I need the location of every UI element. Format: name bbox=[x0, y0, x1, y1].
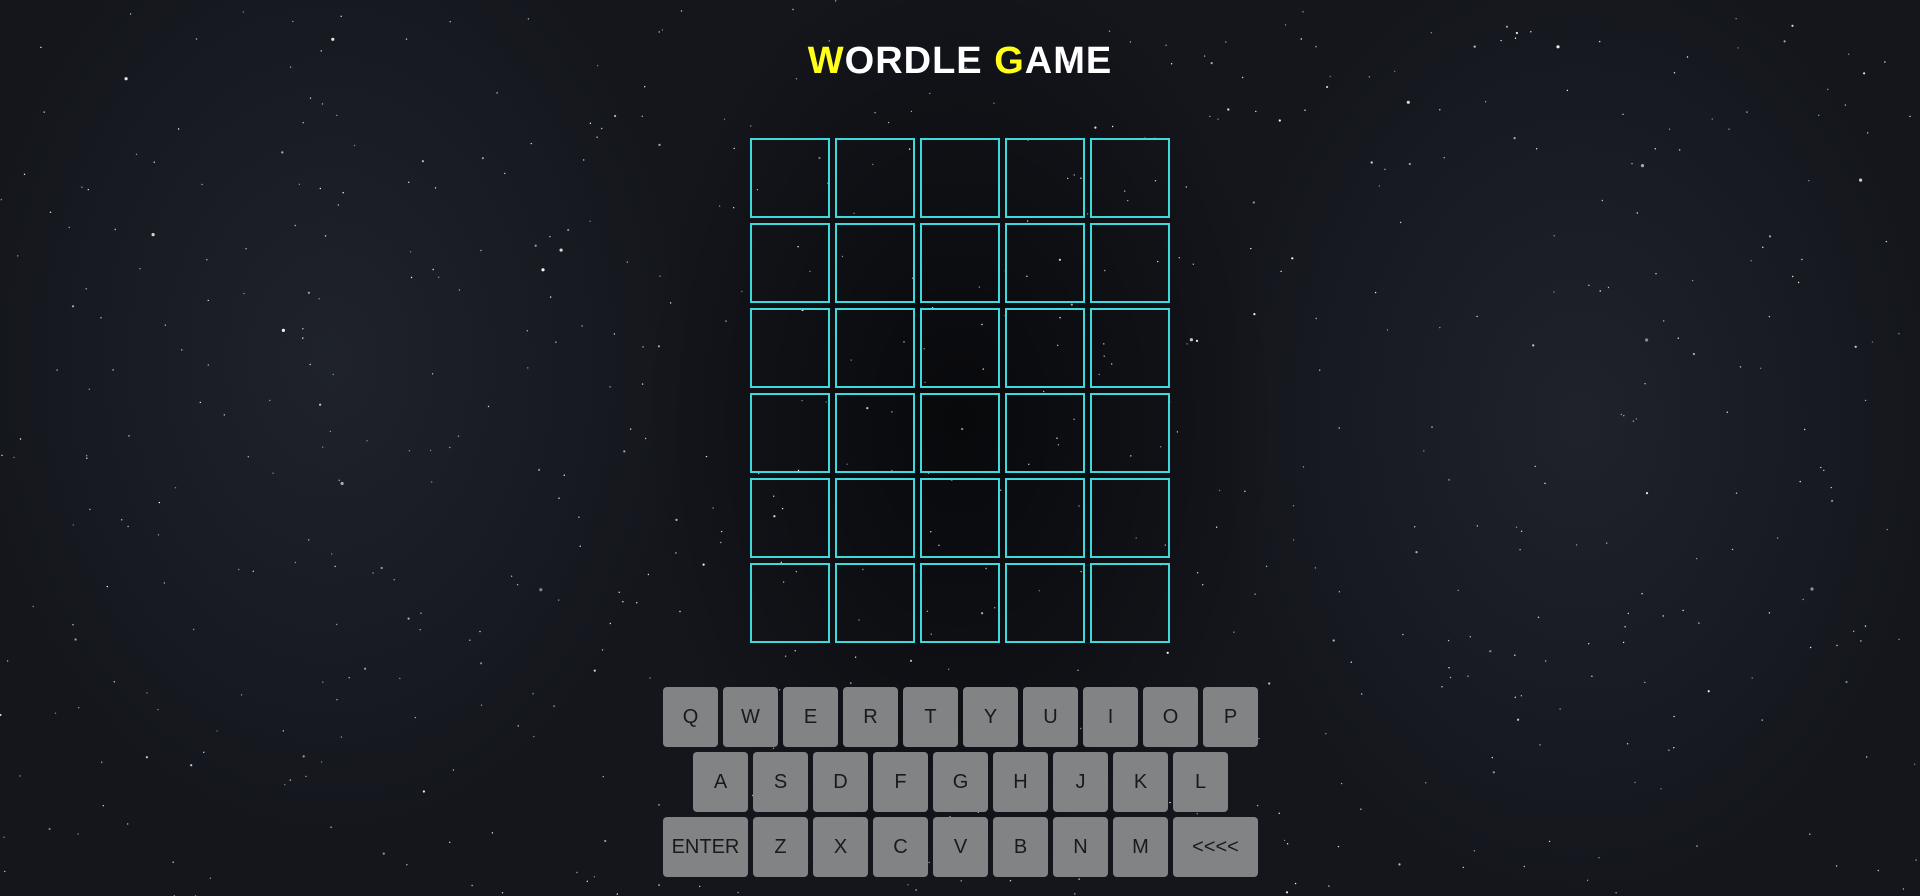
keyboard-row-2: A S D F G H J K L bbox=[663, 752, 1258, 812]
tile-r4-c4 bbox=[1005, 393, 1085, 473]
tile-r2-c3 bbox=[920, 223, 1000, 303]
key-o[interactable]: O bbox=[1143, 687, 1198, 747]
tile-r3-c3 bbox=[920, 308, 1000, 388]
key-s[interactable]: S bbox=[753, 752, 808, 812]
key-u[interactable]: U bbox=[1023, 687, 1078, 747]
tile-r5-c3 bbox=[920, 478, 1000, 558]
key-r[interactable]: R bbox=[843, 687, 898, 747]
key-v[interactable]: V bbox=[933, 817, 988, 877]
enter-button[interactable]: ENTER bbox=[663, 817, 748, 877]
tile-r6-c2 bbox=[835, 563, 915, 643]
tile-r4-c1 bbox=[750, 393, 830, 473]
tile-r4-c3 bbox=[920, 393, 1000, 473]
tile-r2-c2 bbox=[835, 223, 915, 303]
on-screen-keyboard: Q W E R T Y U I O P A S D F G H J K L EN… bbox=[663, 687, 1258, 882]
key-g[interactable]: G bbox=[933, 752, 988, 812]
key-x[interactable]: X bbox=[813, 817, 868, 877]
key-l[interactable]: L bbox=[1173, 752, 1228, 812]
key-z[interactable]: Z bbox=[753, 817, 808, 877]
game-board bbox=[750, 138, 1170, 643]
backspace-button[interactable]: <<<< bbox=[1173, 817, 1258, 877]
keyboard-row-3: ENTER Z X C V B N M <<<< bbox=[663, 817, 1258, 877]
tile-r3-c4 bbox=[1005, 308, 1085, 388]
tile-r6-c1 bbox=[750, 563, 830, 643]
tile-r5-c2 bbox=[835, 478, 915, 558]
tile-r6-c5 bbox=[1090, 563, 1170, 643]
tile-r6-c4 bbox=[1005, 563, 1085, 643]
key-h[interactable]: H bbox=[993, 752, 1048, 812]
tile-r5-c5 bbox=[1090, 478, 1170, 558]
keyboard-row-1: Q W E R T Y U I O P bbox=[663, 687, 1258, 747]
key-a[interactable]: A bbox=[693, 752, 748, 812]
tile-r1-c3 bbox=[920, 138, 1000, 218]
tile-r1-c2 bbox=[835, 138, 915, 218]
key-y[interactable]: Y bbox=[963, 687, 1018, 747]
key-d[interactable]: D bbox=[813, 752, 868, 812]
tile-r2-c4 bbox=[1005, 223, 1085, 303]
tile-r1-c1 bbox=[750, 138, 830, 218]
key-j[interactable]: J bbox=[1053, 752, 1108, 812]
key-n[interactable]: N bbox=[1053, 817, 1108, 877]
tile-r3-c2 bbox=[835, 308, 915, 388]
tile-r2-c5 bbox=[1090, 223, 1170, 303]
key-i[interactable]: I bbox=[1083, 687, 1138, 747]
tile-r1-c4 bbox=[1005, 138, 1085, 218]
title-word-ame: AME bbox=[1024, 40, 1113, 82]
tile-r4-c2 bbox=[835, 393, 915, 473]
tile-r1-c5 bbox=[1090, 138, 1170, 218]
tile-r3-c1 bbox=[750, 308, 830, 388]
tile-r4-c5 bbox=[1090, 393, 1170, 473]
key-b[interactable]: B bbox=[993, 817, 1048, 877]
key-t[interactable]: T bbox=[903, 687, 958, 747]
tile-r5-c1 bbox=[750, 478, 830, 558]
tile-r3-c5 bbox=[1090, 308, 1170, 388]
title-word-ordle: ORDLE bbox=[844, 40, 983, 82]
tile-r5-c4 bbox=[1005, 478, 1085, 558]
key-f[interactable]: F bbox=[873, 752, 928, 812]
key-k[interactable]: K bbox=[1113, 752, 1168, 812]
tile-r2-c1 bbox=[750, 223, 830, 303]
title-initial-g: G bbox=[994, 40, 1025, 82]
key-m[interactable]: M bbox=[1113, 817, 1168, 877]
tile-r6-c3 bbox=[920, 563, 1000, 643]
key-p[interactable]: P bbox=[1203, 687, 1258, 747]
key-e[interactable]: E bbox=[783, 687, 838, 747]
key-w[interactable]: W bbox=[723, 687, 778, 747]
page-title: WORDLE GAME bbox=[0, 40, 1920, 83]
key-q[interactable]: Q bbox=[663, 687, 718, 747]
key-c[interactable]: C bbox=[873, 817, 928, 877]
title-initial-w: W bbox=[807, 40, 845, 82]
